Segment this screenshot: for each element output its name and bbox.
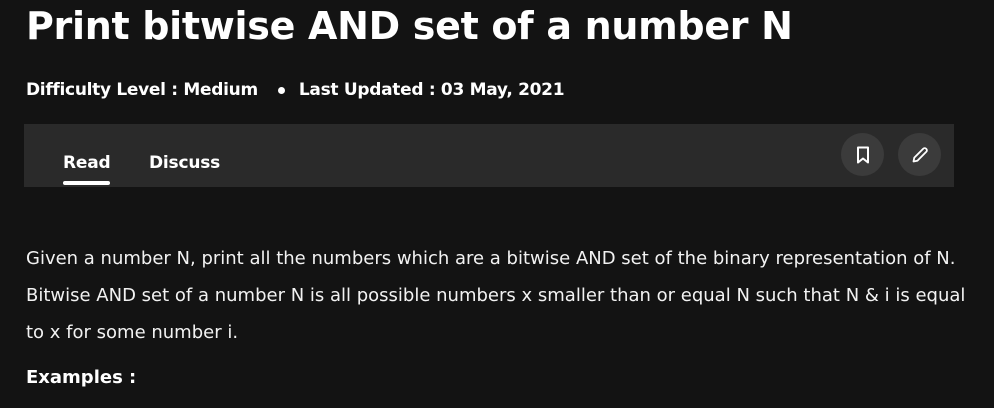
page-title: Print bitwise AND set of a number N (26, 4, 793, 48)
separator-dot-icon (277, 86, 285, 94)
pencil-icon (912, 146, 928, 162)
last-updated: Last Updated : 03 May, 2021 (298, 80, 565, 100)
active-tab-indicator (63, 181, 110, 185)
difficulty-level: Difficulty Level : Medium (26, 80, 258, 100)
bookmark-icon (856, 146, 869, 163)
article-tab-bar: Read Discuss (24, 124, 954, 187)
article-page: Print bitwise AND set of a number N Diff… (0, 0, 994, 408)
article-paragraph: Given a number N, print all the numbers … (26, 248, 966, 343)
tab-discuss[interactable]: Discuss (149, 153, 220, 173)
edit-button[interactable] (898, 133, 941, 176)
examples-heading: Examples : (26, 367, 137, 388)
article-meta: Difficulty Level : Medium Last Updated :… (26, 80, 565, 100)
tab-read[interactable]: Read (63, 153, 111, 173)
bookmark-button[interactable] (841, 133, 884, 176)
